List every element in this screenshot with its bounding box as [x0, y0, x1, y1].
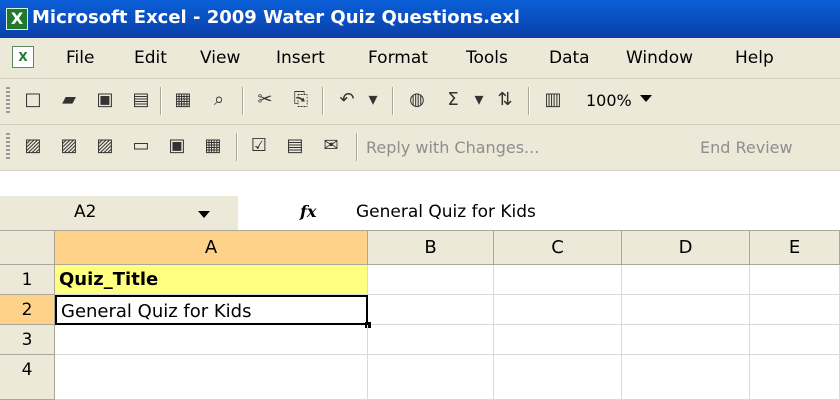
cell-c1[interactable] — [494, 265, 622, 295]
cell-e3[interactable] — [750, 325, 840, 355]
print-preview-icon[interactable]: ⌕ — [206, 87, 232, 113]
reviewing-toolbar: ▨ ▨ ▨ ▭ ▣ ▦ ☑ ▤ ✉ Reply with Changes... … — [0, 125, 840, 171]
cell-d1[interactable] — [622, 265, 750, 295]
review-icon-1[interactable]: ▨ — [20, 133, 46, 159]
worksheet-grid: A B C D E 1 2 3 4 Quiz_Title General Qui… — [0, 231, 840, 400]
hyperlink-icon[interactable]: ◍ — [404, 87, 430, 113]
column-header-c[interactable]: C — [494, 231, 622, 265]
review-icon-4[interactable]: ▭ — [128, 133, 154, 159]
autosum-icon[interactable]: Σ — [440, 87, 466, 113]
cell-a4[interactable] — [55, 355, 368, 400]
cell-d2[interactable] — [622, 295, 750, 325]
cell-e1[interactable] — [750, 265, 840, 295]
select-all-button[interactable] — [0, 231, 55, 265]
column-header-d[interactable]: D — [622, 231, 750, 265]
review-icon-2[interactable]: ▨ — [56, 133, 82, 159]
cell-c3[interactable] — [494, 325, 622, 355]
title-bar: X Microsoft Excel - 2009 Water Quiz Ques… — [0, 0, 840, 38]
cell-d3[interactable] — [622, 325, 750, 355]
menu-help[interactable]: Help — [735, 48, 774, 68]
toolbar-separator — [356, 133, 358, 161]
cell-b4[interactable] — [368, 355, 494, 400]
end-review-button[interactable]: End Review — [700, 138, 793, 157]
row-header-3[interactable]: 3 — [0, 325, 55, 355]
zoom-dropdown-icon[interactable] — [640, 95, 652, 102]
sort-ascending-icon[interactable]: ⇅ — [492, 87, 518, 113]
toolbar-separator — [528, 87, 530, 115]
review-icon-8[interactable]: ▤ — [282, 133, 308, 159]
undo-icon[interactable]: ↶ — [334, 87, 360, 113]
menu-view[interactable]: View — [200, 48, 240, 68]
name-box-value: A2 — [74, 202, 97, 222]
row-header-2[interactable]: 2 — [0, 295, 55, 325]
cell-b2[interactable] — [368, 295, 494, 325]
toolbar-separator — [236, 133, 238, 161]
reply-with-changes-button[interactable]: Reply with Changes... — [366, 138, 539, 157]
copy-icon[interactable]: ⎘ — [288, 87, 314, 113]
cell-a1[interactable]: Quiz_Title — [55, 265, 368, 295]
toolbar-grip[interactable] — [6, 133, 10, 161]
permission-icon[interactable]: ▤ — [128, 87, 154, 113]
menu-insert[interactable]: Insert — [276, 48, 325, 68]
cell-b1[interactable] — [368, 265, 494, 295]
fx-icon[interactable]: fx — [300, 202, 316, 221]
review-icon-3[interactable]: ▨ — [92, 133, 118, 159]
formula-bar: A2 fx General Quiz for Kids — [0, 196, 840, 231]
undo-dropdown-icon[interactable]: ▾ — [360, 87, 386, 113]
standard-toolbar: □ ▰ ▣ ▤ ▦ ⌕ ✂ ⎘ ↶ ▾ ◍ Σ ▾ ⇅ ▥ 100% — [0, 79, 840, 125]
name-box[interactable]: A2 — [0, 196, 238, 230]
menu-bar: X File Edit View Insert Format Tools Dat… — [0, 38, 840, 79]
row-header-4[interactable]: 4 — [0, 355, 55, 400]
open-icon[interactable]: ▰ — [56, 87, 82, 113]
print-icon[interactable]: ▦ — [170, 87, 196, 113]
name-box-dropdown-icon[interactable] — [198, 211, 210, 218]
menu-window[interactable]: Window — [626, 48, 693, 68]
menu-data[interactable]: Data — [549, 48, 590, 68]
new-icon[interactable]: □ — [20, 87, 46, 113]
review-icon-5[interactable]: ▣ — [164, 133, 190, 159]
window-title: Microsoft Excel - 2009 Water Quiz Questi… — [32, 7, 520, 28]
menu-file[interactable]: File — [66, 48, 94, 68]
cell-a3[interactable] — [55, 325, 368, 355]
toolbar-separator — [392, 87, 394, 115]
cut-icon[interactable]: ✂ — [252, 87, 278, 113]
toolbar-separator — [160, 87, 162, 115]
cell-a2[interactable]: General Quiz for Kids — [55, 295, 368, 325]
workbook-icon[interactable]: X — [12, 46, 34, 68]
cell-e2[interactable] — [750, 295, 840, 325]
column-header-e[interactable]: E — [750, 231, 840, 265]
column-header-a[interactable]: A — [55, 231, 368, 265]
save-icon[interactable]: ▣ — [92, 87, 118, 113]
cell-d4[interactable] — [622, 355, 750, 400]
cell-b3[interactable] — [368, 325, 494, 355]
menu-format[interactable]: Format — [368, 48, 428, 68]
review-icon-7[interactable]: ☑ — [246, 133, 272, 159]
column-header-b[interactable]: B — [368, 231, 494, 265]
chart-wizard-icon[interactable]: ▥ — [540, 87, 566, 113]
toolbar-separator — [242, 87, 244, 115]
review-icon-6[interactable]: ▦ — [200, 133, 226, 159]
row-header-1[interactable]: 1 — [0, 265, 55, 295]
toolbar-grip[interactable] — [6, 87, 10, 115]
excel-icon[interactable]: X — [6, 8, 28, 30]
toolbar-separator — [322, 87, 324, 115]
menu-tools[interactable]: Tools — [466, 48, 508, 68]
cell-c4[interactable] — [494, 355, 622, 400]
autosum-dropdown-icon[interactable]: ▾ — [466, 87, 492, 113]
menu-edit[interactable]: Edit — [134, 48, 167, 68]
review-icon-9[interactable]: ✉ — [318, 133, 344, 159]
formula-input[interactable]: General Quiz for Kids — [356, 202, 536, 222]
cell-e4[interactable] — [750, 355, 840, 400]
cell-c2[interactable] — [494, 295, 622, 325]
